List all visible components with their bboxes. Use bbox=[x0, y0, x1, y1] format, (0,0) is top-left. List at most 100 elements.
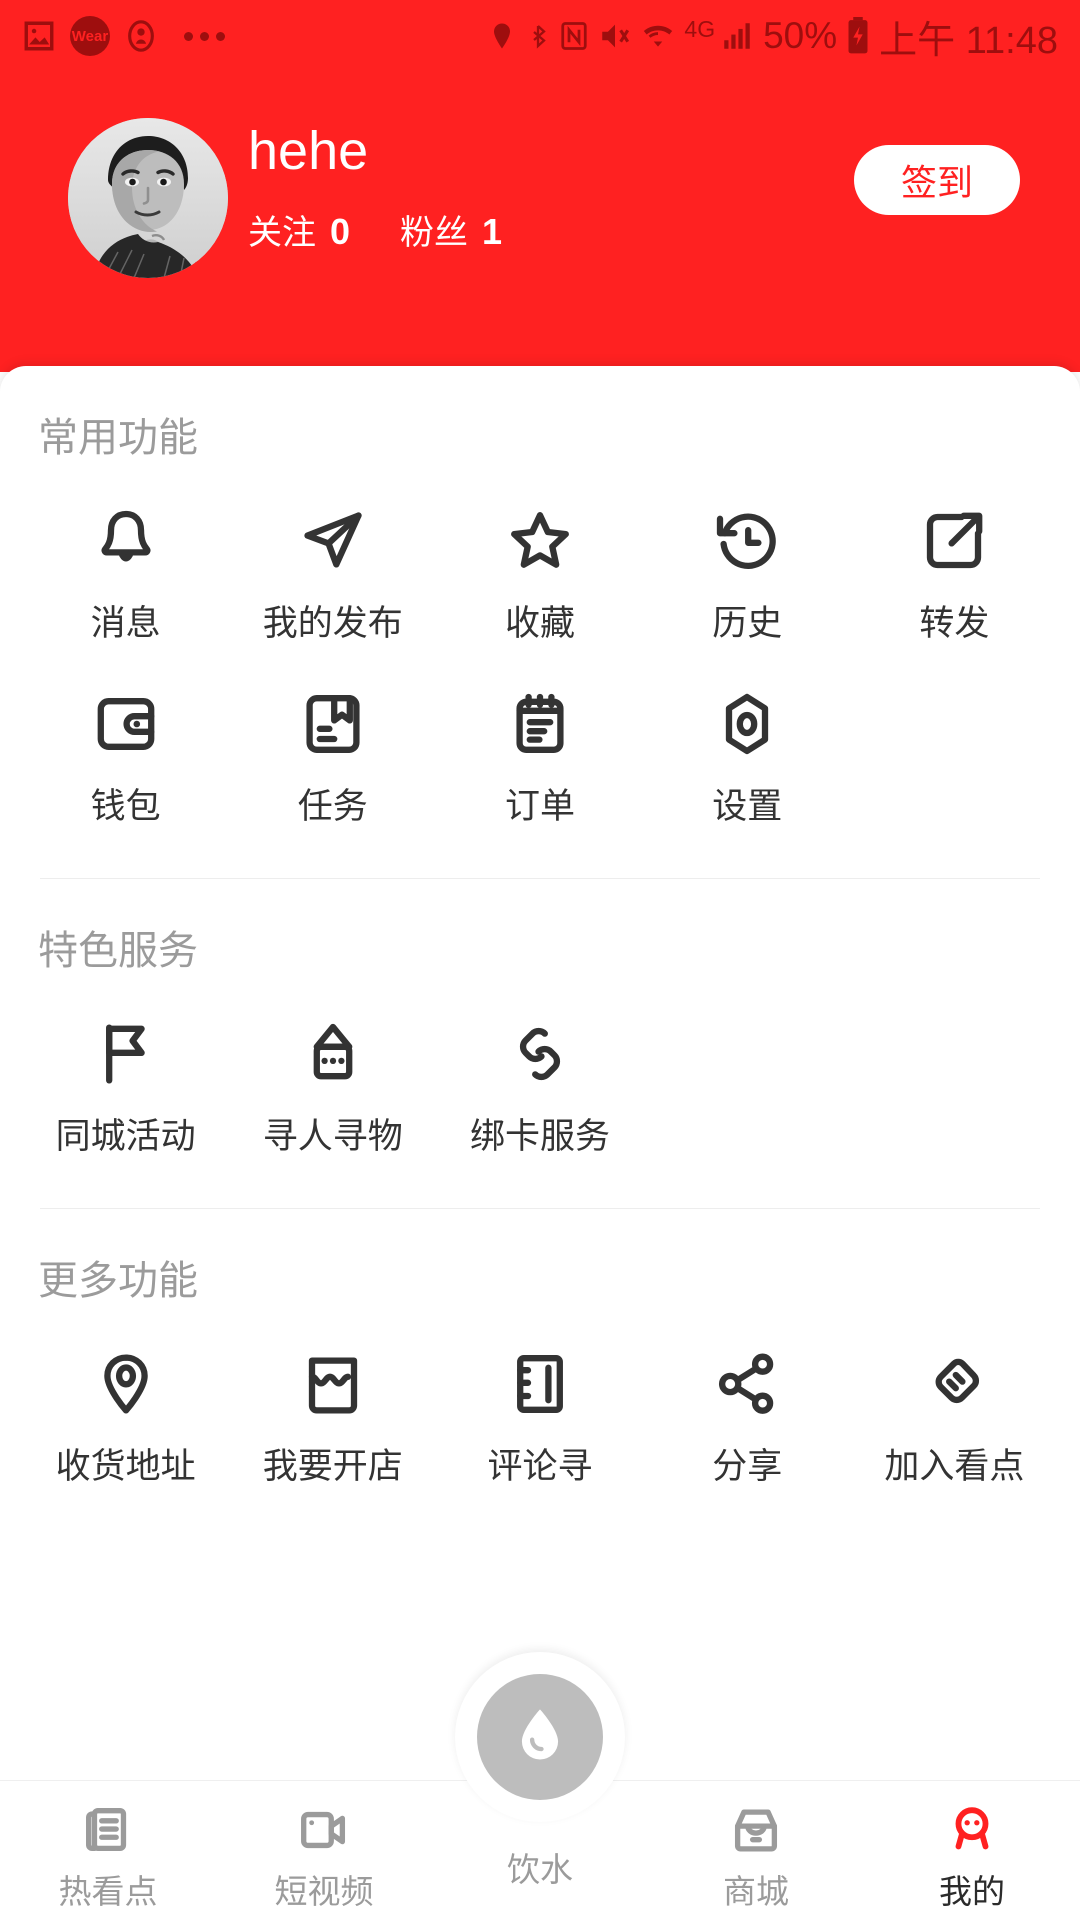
grid-item-share[interactable]: 分享 bbox=[644, 1301, 851, 1484]
tab-label: 商城 bbox=[723, 1873, 789, 1910]
grid-more-functions: 收货地址 我要开店 评论寻 分享 加入看点 bbox=[22, 1301, 1058, 1484]
grid-item-card-binding[interactable]: 绑卡服务 bbox=[436, 971, 643, 1154]
tab-label: 我的 bbox=[939, 1873, 1005, 1910]
water-drop-icon bbox=[505, 1700, 575, 1775]
grid-item-forward[interactable]: 转发 bbox=[851, 458, 1058, 641]
content-card: 常用功能 消息 我的发布 收藏 历史 转发 钱包 任务 订单 设置 特色服务 同… bbox=[0, 366, 1080, 1816]
grid-item-message[interactable]: 消息 bbox=[22, 458, 229, 641]
news-document-icon bbox=[79, 1799, 137, 1861]
grid-item-my-posts[interactable]: 我的发布 bbox=[229, 458, 436, 641]
following-count: 0 bbox=[330, 211, 351, 252]
grid-item-empty bbox=[851, 641, 1058, 824]
signal-4g-icon bbox=[720, 18, 754, 54]
location-pin-icon bbox=[90, 1347, 162, 1421]
storefront-icon bbox=[297, 1347, 369, 1421]
grid-item-label: 绑卡服务 bbox=[469, 1117, 610, 1156]
section-title-featured: 特色服务 bbox=[38, 929, 198, 973]
profile-header: hehe 关注 0 粉丝 1 签到 bbox=[0, 72, 1080, 372]
grid-item-history[interactable]: 历史 bbox=[644, 458, 851, 641]
status-bar-right: 4G 50% 上午 11:48 bbox=[487, 9, 1058, 64]
sign-in-button[interactable]: 签到 bbox=[854, 145, 1020, 215]
network-type-label: 4G bbox=[684, 15, 716, 42]
clipboard-order-icon bbox=[504, 687, 576, 761]
grid-item-label: 同城活动 bbox=[55, 1117, 196, 1156]
hexagon-settings-icon bbox=[711, 687, 783, 761]
image-icon bbox=[22, 19, 56, 53]
grid-item-order[interactable]: 订单 bbox=[436, 641, 643, 824]
status-bar: Wear 4G 50% 上午 11:48 bbox=[0, 0, 1080, 72]
grid-item-label: 钱包 bbox=[90, 787, 161, 826]
flag-icon bbox=[90, 1017, 162, 1091]
clock-label: 上午 11:48 bbox=[879, 19, 1058, 62]
bell-icon bbox=[90, 504, 162, 578]
water-fab-label: 饮水 bbox=[507, 1851, 573, 1888]
grid-item-wallet[interactable]: 钱包 bbox=[22, 641, 229, 824]
chain-link-icon bbox=[504, 1017, 576, 1091]
water-drop-fab[interactable] bbox=[477, 1674, 603, 1800]
grid-item-label: 评论寻 bbox=[487, 1447, 593, 1486]
grid-item-shipping-address[interactable]: 收货地址 bbox=[22, 1301, 229, 1484]
grid-item-label: 加入看点 bbox=[884, 1447, 1025, 1486]
username-label: hehe bbox=[248, 121, 369, 181]
tab-short-video[interactable]: 短视频 bbox=[216, 1781, 432, 1908]
share-nodes-icon bbox=[711, 1347, 783, 1421]
bluetooth-icon bbox=[526, 18, 550, 54]
battery-percent-label: 50% bbox=[763, 15, 838, 56]
video-camera-icon bbox=[295, 1799, 353, 1861]
grid-item-local-events[interactable]: 同城活动 bbox=[22, 971, 229, 1154]
nfc-icon bbox=[559, 18, 589, 54]
water-fab-container bbox=[455, 1652, 625, 1822]
more-dots-icon bbox=[184, 31, 225, 41]
section-title-common: 常用功能 bbox=[38, 416, 198, 460]
location-icon bbox=[487, 18, 517, 54]
grid-item-label: 收藏 bbox=[504, 604, 575, 643]
grid-item-empty bbox=[851, 971, 1058, 1154]
section-divider-1 bbox=[40, 878, 1040, 879]
grid-item-join-kandian[interactable]: 加入看点 bbox=[851, 1301, 1058, 1484]
grid-item-settings[interactable]: 设置 bbox=[644, 641, 851, 824]
history-clock-icon bbox=[711, 504, 783, 578]
grid-item-label: 分享 bbox=[712, 1447, 783, 1486]
grid-item-label: 收货地址 bbox=[55, 1447, 196, 1486]
avatar[interactable] bbox=[68, 118, 228, 278]
status-bar-left: Wear bbox=[22, 16, 225, 56]
star-icon bbox=[504, 504, 576, 578]
grid-common-functions: 消息 我的发布 收藏 历史 转发 钱包 任务 订单 设置 bbox=[22, 458, 1058, 824]
grid-item-find-person[interactable]: 寻人寻物 bbox=[229, 971, 436, 1154]
share-external-icon bbox=[918, 504, 990, 578]
grid-item-label: 任务 bbox=[297, 787, 368, 826]
section-divider-2 bbox=[40, 1208, 1040, 1209]
grid-item-label: 寻人寻物 bbox=[262, 1117, 403, 1156]
handshake-icon bbox=[918, 1347, 990, 1421]
grid-item-label: 历史 bbox=[712, 604, 783, 643]
following-label: 关注 bbox=[248, 214, 316, 252]
tab-mall[interactable]: 商城 bbox=[648, 1781, 864, 1908]
grid-item-open-shop[interactable]: 我要开店 bbox=[229, 1301, 436, 1484]
grid-item-empty bbox=[644, 971, 851, 1154]
wear-icon: Wear bbox=[70, 16, 110, 56]
grid-item-label: 我的发布 bbox=[262, 604, 403, 643]
grid-featured-services: 同城活动 寻人寻物 绑卡服务 bbox=[22, 971, 1058, 1154]
grid-item-task[interactable]: 任务 bbox=[229, 641, 436, 824]
paper-plane-icon bbox=[297, 504, 369, 578]
profile-stats: 关注 0 粉丝 1 bbox=[248, 205, 502, 254]
grid-item-comment-search[interactable]: 评论寻 bbox=[436, 1301, 643, 1484]
section-title-more: 更多功能 bbox=[38, 1259, 198, 1303]
tab-hot-news[interactable]: 热看点 bbox=[0, 1781, 216, 1908]
grid-item-label: 我要开店 bbox=[262, 1447, 403, 1486]
grid-item-favorites[interactable]: 收藏 bbox=[436, 458, 643, 641]
tab-label: 热看点 bbox=[58, 1873, 158, 1910]
ruler-book-icon bbox=[504, 1347, 576, 1421]
wifi-icon bbox=[641, 18, 675, 54]
account-icon bbox=[124, 19, 158, 53]
followers-count: 1 bbox=[482, 211, 503, 252]
tab-profile[interactable]: 我的 bbox=[864, 1781, 1080, 1908]
battery-charging-icon bbox=[846, 17, 870, 55]
grid-item-label: 转发 bbox=[919, 604, 990, 643]
store-icon bbox=[727, 1799, 785, 1861]
tab-label: 短视频 bbox=[274, 1873, 374, 1910]
mute-vibrate-icon bbox=[598, 18, 632, 54]
person-avatar-icon bbox=[943, 1799, 1001, 1861]
grid-item-label: 消息 bbox=[90, 604, 161, 643]
followers-label: 粉丝 bbox=[400, 214, 469, 252]
